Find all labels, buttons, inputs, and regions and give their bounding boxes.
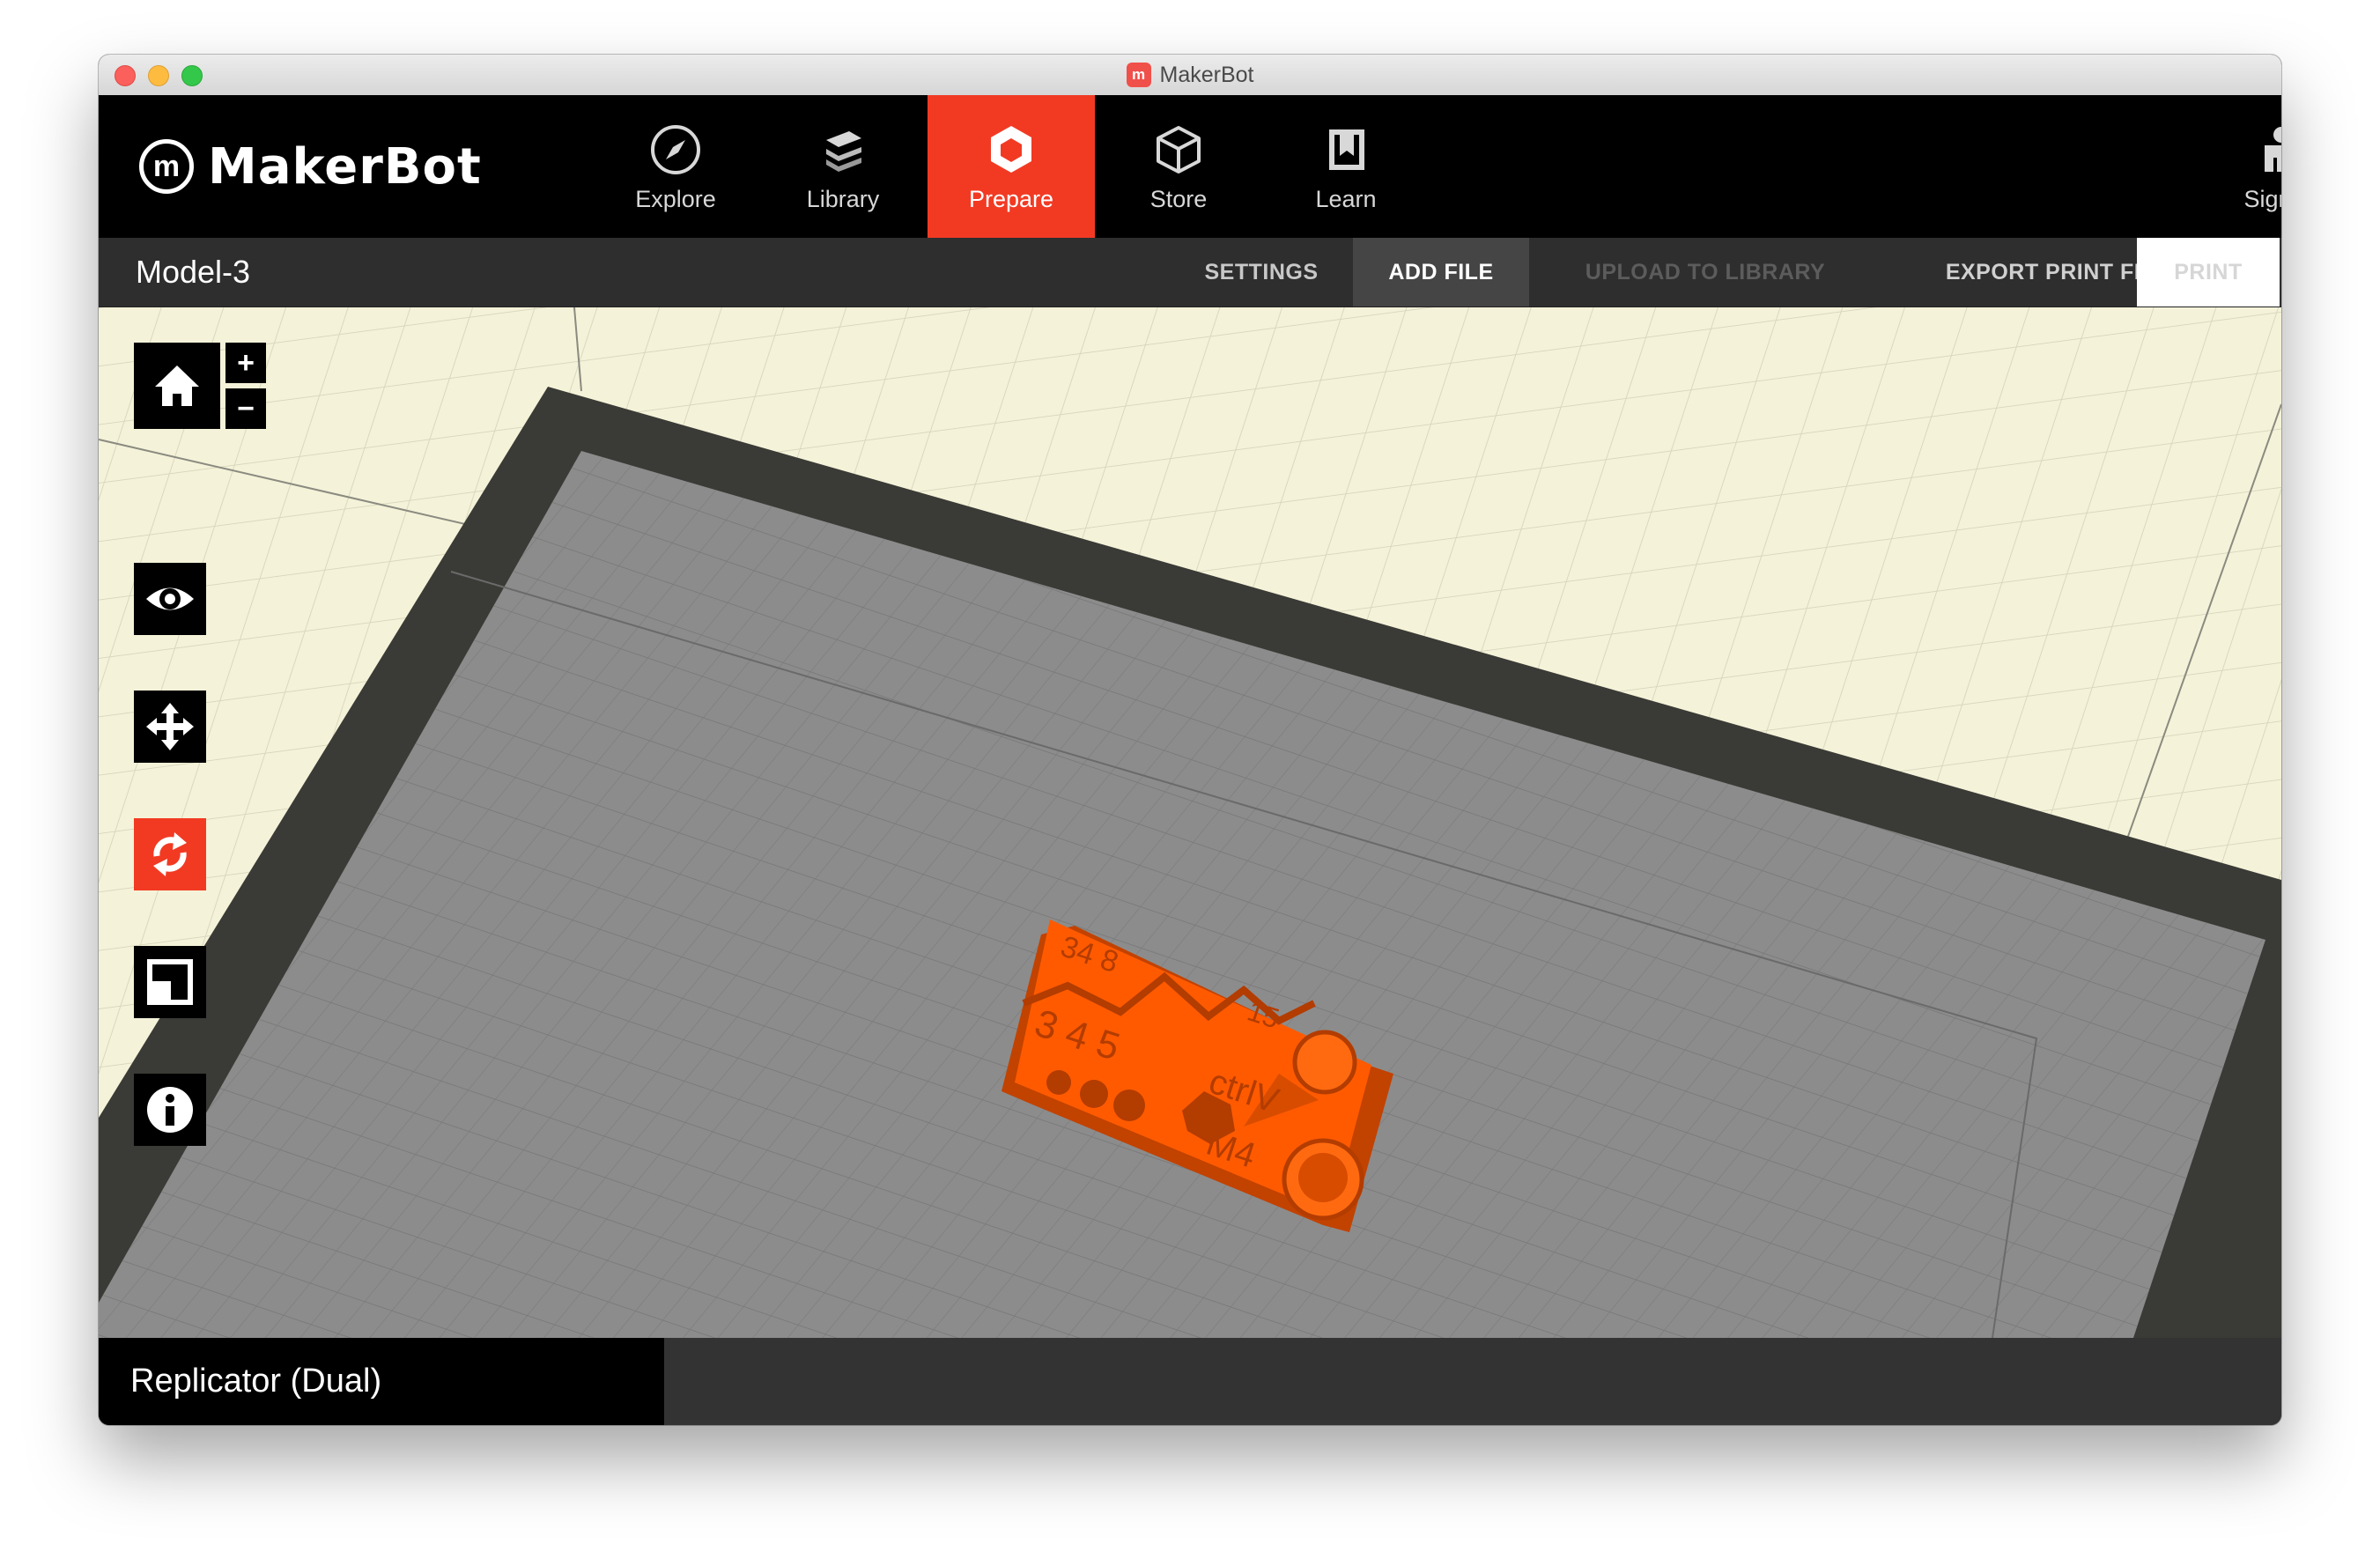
- rotate-tool-button[interactable]: [134, 818, 206, 890]
- title-bar: m MakerBot: [99, 55, 2281, 96]
- logo-text: MakerBot: [208, 137, 482, 196]
- status-bar: Replicator (Dual): [99, 1338, 2281, 1425]
- upload-to-library-button[interactable]: UPLOAD TO LIBRARY: [1529, 238, 1881, 307]
- rotate-icon: [153, 832, 187, 876]
- nav-library[interactable]: Library: [759, 95, 927, 238]
- sign-in-button[interactable]: Sign In: [2213, 95, 2281, 238]
- app-window: m MakerBot m MakerBot Explore Library Pr…: [99, 55, 2281, 1425]
- hexagon-icon: [991, 125, 1031, 173]
- settings-button[interactable]: SETTINGS: [1173, 238, 1349, 307]
- user-icon: [2264, 126, 2281, 172]
- nav-store[interactable]: Store: [1095, 95, 1262, 238]
- build-plate-scene: 3 4 5 ctrlV M4 34 8 15: [99, 307, 2281, 1338]
- makerbot-logo[interactable]: m MakerBot: [139, 95, 482, 238]
- nav-learn[interactable]: Learn: [1262, 95, 1430, 238]
- top-navigation: m MakerBot Explore Library Prepare Store…: [99, 95, 2281, 238]
- model-toolbar: Model-3 SETTINGS ADD FILE UPLOAD TO LIBR…: [99, 238, 2281, 307]
- compass-icon: [651, 124, 700, 174]
- print-button[interactable]: PRINT: [2137, 238, 2280, 307]
- sign-in-label: Sign In: [2243, 185, 2281, 212]
- 3d-viewport[interactable]: 3 4 5 ctrlV M4 34 8 15 + −: [99, 307, 2281, 1338]
- zoom-in-button[interactable]: +: [225, 343, 266, 383]
- printer-selector[interactable]: Replicator (Dual): [99, 1338, 664, 1425]
- move-tool-button[interactable]: [134, 691, 206, 763]
- eye-icon: [146, 587, 194, 610]
- info-icon: [147, 1087, 193, 1133]
- model-name: Model-3: [136, 254, 251, 290]
- makerbot-app-icon: m: [1126, 63, 1151, 87]
- nav-store-label: Store: [1149, 185, 1208, 212]
- home-view-button[interactable]: [134, 343, 220, 429]
- zoom-out-button[interactable]: −: [225, 388, 266, 429]
- view-tool-button[interactable]: [134, 563, 206, 635]
- nav-library-label: Library: [806, 185, 880, 212]
- layers-icon: [826, 130, 861, 172]
- add-file-button[interactable]: ADD FILE: [1353, 238, 1529, 307]
- nav-prepare-label: Prepare: [968, 185, 1054, 212]
- nav-prepare[interactable]: Prepare: [928, 95, 1095, 238]
- nav-explore-label: Explore: [635, 185, 716, 212]
- nav-explore[interactable]: Explore: [592, 95, 759, 238]
- info-tool-button[interactable]: [134, 1074, 206, 1146]
- scale-icon: [147, 959, 193, 1005]
- nav-learn-label: Learn: [1315, 185, 1377, 212]
- logo-mark-icon: m: [139, 139, 194, 194]
- move-icon: [146, 703, 194, 750]
- home-icon: [155, 366, 199, 406]
- book-icon: [1329, 129, 1364, 170]
- scale-tool-button[interactable]: [134, 946, 206, 1018]
- box-icon: [1157, 125, 1201, 174]
- window-title: MakerBot: [1159, 62, 1254, 87]
